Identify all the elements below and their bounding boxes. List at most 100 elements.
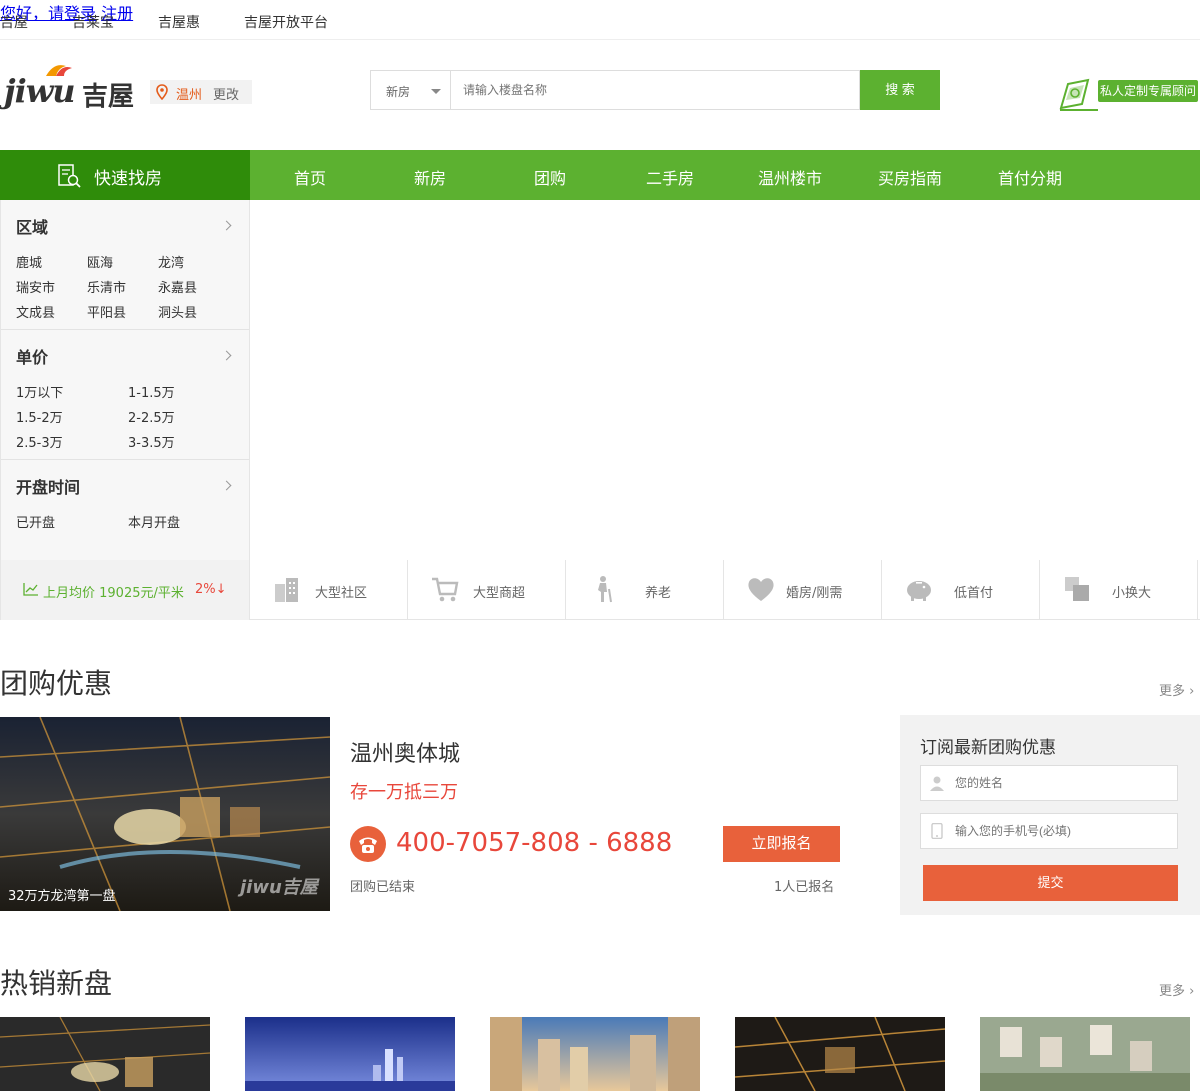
top-bar: 吉屋 吉莱宝 吉屋惠 吉屋开放平台 您好，请登录 注册 (0, 0, 1200, 40)
project-image (735, 1017, 945, 1091)
hot-project-card[interactable] (245, 1017, 455, 1091)
filter-option[interactable]: 洞头县 (158, 302, 197, 321)
signup-button[interactable]: 立即报名 (723, 826, 840, 862)
search-button[interactable]: 搜 索 (860, 70, 940, 110)
private-advisor[interactable]: 私人定制专属顾问 (1058, 78, 1200, 112)
filter-option[interactable]: 永嘉县 (158, 277, 197, 296)
hot-project-card[interactable] (490, 1017, 700, 1091)
telephone-glyph-icon (359, 837, 377, 853)
search-type-select[interactable]: 新房 (370, 70, 450, 110)
filter-option[interactable]: 1.5-2万 (16, 407, 63, 426)
chevron-right-icon[interactable] (221, 220, 232, 231)
nav-item-market[interactable]: 温州楼市 (758, 165, 822, 189)
signup-count: 1人已报名 (774, 880, 835, 895)
filter-option[interactable]: 文成县 (16, 302, 55, 321)
feature-label: 小换大 (1112, 586, 1152, 601)
filter-option[interactable]: 瑞安市 (16, 277, 55, 296)
shopping-cart-icon (432, 577, 459, 602)
city-change-link[interactable]: 更改 (213, 84, 239, 103)
heart-icon (748, 578, 774, 601)
groupbuy-image-caption: 32万方龙湾第一盘 (8, 889, 116, 904)
filter-region-title: 区域 (16, 218, 49, 237)
nav-item-home[interactable]: 首页 (294, 165, 326, 189)
user-icon (930, 776, 944, 791)
filter-option[interactable]: 2.5-3万 (16, 432, 63, 451)
filter-option[interactable]: 1万以下 (16, 382, 63, 401)
main-nav: 快速找房 首页 新房 团购 二手房 温州楼市 买房指南 首付分期 (0, 150, 1200, 200)
filter-price: 单价 1万以下 1-1.5万 1.5-2万 2-2.5万 2.5-3万 3-3.… (1, 330, 249, 460)
average-price-bar[interactable]: 上月均价 19025元/平米 2%↓ (1, 560, 249, 620)
filter-option[interactable]: 2-2.5万 (128, 407, 175, 426)
chevron-right-icon[interactable] (221, 350, 232, 361)
feature-label: 大型社区 (315, 586, 368, 601)
top-link-open-platform[interactable]: 吉屋开放平台 (244, 12, 328, 32)
feature-label: 婚房/刚需 (786, 586, 843, 601)
feature-low-down-payment[interactable]: 低首付 (882, 560, 1040, 620)
site-logo[interactable]: jiwu 吉屋 (4, 60, 144, 112)
feature-large-mall[interactable]: 大型商超 (408, 560, 566, 620)
watermark-logo: jiwu吉屋 (240, 877, 318, 898)
nav-item-new-homes[interactable]: 新房 (414, 165, 446, 189)
top-link-jiwu[interactable]: 吉屋 (0, 12, 28, 32)
groupbuy-title: 团购优惠 (0, 667, 113, 700)
nav-item-group-buy[interactable]: 团购 (534, 165, 566, 189)
nav-item-guide[interactable]: 买房指南 (878, 165, 942, 189)
quick-find-button[interactable]: 快速找房 (0, 150, 250, 200)
project-image (490, 1017, 700, 1091)
average-price-change: 2%↓ (195, 582, 227, 597)
filter-option[interactable]: 乐清市 (87, 277, 126, 296)
filter-option[interactable]: 龙湾 (158, 252, 184, 271)
phone-field[interactable] (920, 813, 1178, 849)
chevron-right-icon[interactable] (221, 480, 232, 491)
filter-option[interactable]: 3-3.5万 (128, 432, 175, 451)
groupbuy-project-name[interactable]: 温州奥体城 (350, 736, 460, 768)
filter-option[interactable]: 已开盘 (16, 512, 55, 531)
name-field[interactable] (920, 765, 1178, 801)
city-selector[interactable]: 温州 更改 (150, 80, 252, 104)
resize-squares-icon (1065, 577, 1089, 601)
phone-input[interactable] (955, 814, 1175, 848)
hot-project-card[interactable] (0, 1017, 210, 1091)
piggy-bank-icon (907, 581, 931, 601)
project-image (0, 1017, 210, 1091)
hot-project-card[interactable] (735, 1017, 945, 1091)
groupbuy-image[interactable]: jiwu吉屋 32万方龙湾第一盘 (0, 717, 330, 911)
nav-item-installment[interactable]: 首付分期 (998, 165, 1062, 189)
advisor-money-icon (1059, 78, 1098, 111)
feature-large-community[interactable]: 大型社区 (250, 560, 408, 620)
chevron-down-icon (431, 89, 441, 94)
location-pin-icon (156, 84, 168, 100)
filter-opening-title: 开盘时间 (16, 478, 81, 497)
hot-project-card[interactable] (980, 1017, 1190, 1091)
project-image (980, 1017, 1190, 1091)
feature-tags: 大型社区 大型商超 养老 婚房/刚需 低首付 小换大 (250, 560, 1200, 620)
top-link-jiwuhui[interactable]: 吉屋惠 (158, 12, 200, 32)
filter-option[interactable]: 平阳县 (87, 302, 126, 321)
mobile-phone-icon (931, 823, 943, 839)
filter-option[interactable]: 1-1.5万 (128, 382, 175, 401)
filter-option[interactable]: 鹿城 (16, 252, 42, 271)
name-input[interactable] (955, 766, 1175, 800)
groupbuy-more-link[interactable]: 更多 › (1159, 680, 1194, 699)
nav-item-resale[interactable]: 二手房 (646, 165, 694, 189)
groupbuy-more-label: 更多 (1159, 684, 1186, 699)
feature-label: 低首付 (954, 586, 994, 601)
subscribe-panel: 订阅最新团购优惠 提交 (900, 715, 1200, 915)
feature-elderly[interactable]: 养老 (566, 560, 724, 620)
search-type-value: 新房 (386, 85, 411, 99)
hot-sales-more-label: 更多 (1159, 984, 1186, 999)
filter-option[interactable]: 瓯海 (87, 252, 113, 271)
hot-sales-more-link[interactable]: 更多 › (1159, 980, 1194, 999)
top-link-jilaibao[interactable]: 吉莱宝 (72, 12, 114, 32)
feature-upgrade[interactable]: 小换大 (1040, 560, 1198, 620)
average-price-text: 上月均价 19025元/平米 (43, 586, 184, 601)
filter-option[interactable]: 本月开盘 (128, 512, 180, 531)
logo-cn: 吉屋 (82, 82, 135, 112)
groupbuy-phone: 400-7057-808 - 6888 (396, 828, 673, 858)
search-input[interactable] (450, 70, 860, 110)
phone-icon (350, 826, 386, 862)
submit-button[interactable]: 提交 (923, 865, 1178, 901)
trend-chart-icon (23, 583, 38, 596)
feature-wedding[interactable]: 婚房/刚需 (724, 560, 882, 620)
feature-label: 大型商超 (473, 586, 526, 601)
